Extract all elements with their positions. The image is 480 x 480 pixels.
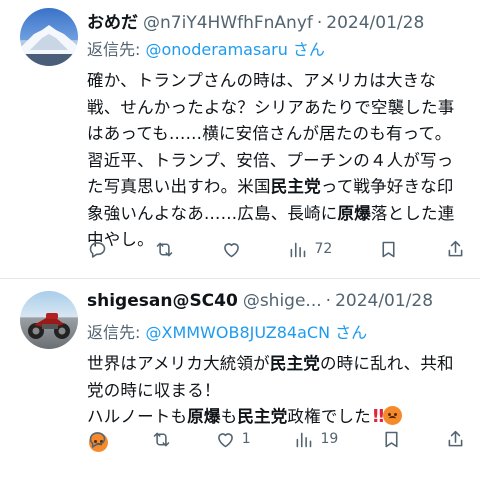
views-button[interactable]: 72 — [287, 236, 332, 262]
reply-to-link[interactable]: @onoderamasaru — [145, 40, 287, 59]
user-handle[interactable]: @shige... — [243, 291, 322, 311]
action-bar: 1 19 — [87, 426, 466, 452]
share-icon — [448, 430, 463, 446]
views-icon — [291, 242, 306, 257]
highlight-term: 民主党 — [237, 407, 288, 426]
like-icon — [217, 432, 233, 447]
avatar[interactable] — [20, 8, 78, 66]
retweet-button[interactable] — [154, 236, 175, 262]
like-button[interactable]: 1 — [215, 426, 251, 452]
display-name[interactable]: おめだ — [87, 8, 138, 33]
bookmark-icon — [385, 431, 398, 447]
reply-button[interactable] — [87, 236, 108, 262]
reply-prefix: 返信先: — [87, 40, 146, 59]
separator-dot: · — [325, 291, 332, 311]
reply-button[interactable] — [87, 426, 108, 452]
reply-context: 返信先: @onoderamasaru さん — [87, 36, 466, 60]
highlight-term: 原爆 — [187, 407, 221, 426]
tweet-text: 確か、トランプさんの時は、アメリカは大きな戦、せんかったよな？シリアあたりで空襲… — [87, 68, 466, 254]
tweet[interactable]: shigesan@SC40 @shige... · 2024/01/28 返信先… — [0, 278, 480, 480]
share-button[interactable] — [445, 426, 466, 452]
tweet[interactable]: おめだ @n7iY4HWfhFnAnyf · 2024/01/28 返信先: @… — [0, 0, 480, 278]
user-handle[interactable]: @n7iY4HWfhFnAnyf — [143, 13, 313, 33]
reply-context: 返信先: @XMMWOB8JUZ84aCN さん — [87, 319, 466, 343]
retweet-icon — [153, 432, 170, 446]
bookmark-button[interactable] — [378, 236, 399, 262]
text-segment: も — [220, 407, 238, 426]
avatar-mountain-image — [20, 25, 78, 66]
display-name[interactable]: shigesan@SC40 — [87, 291, 238, 311]
like-button[interactable] — [221, 236, 242, 262]
reply-prefix: 返信先: — [87, 323, 146, 342]
reply-suffix: さん — [330, 323, 368, 342]
bookmark-button[interactable] — [381, 426, 402, 452]
views-button[interactable]: 19 — [293, 426, 338, 452]
reply-icon — [89, 241, 106, 258]
avatar-motorcycle-image — [28, 313, 70, 339]
highlight-term: 民主党 — [270, 177, 321, 196]
views-count: 72 — [314, 241, 333, 257]
action-bar: 72 — [87, 236, 466, 262]
reply-icon — [89, 431, 106, 448]
pouting-face-emoji — [383, 406, 403, 425]
retweet-icon — [156, 242, 173, 256]
retweet-button[interactable] — [151, 426, 172, 452]
reply-to-link[interactable]: @XMMWOB8JUZ84aCN — [145, 323, 330, 342]
highlight-term: 民主党 — [269, 354, 320, 373]
post-date[interactable]: 2024/01/28 — [326, 13, 424, 33]
avatar[interactable] — [20, 291, 78, 349]
text-segment: 政権でした — [287, 407, 371, 426]
views-count: 19 — [320, 431, 339, 447]
bookmark-icon — [382, 241, 395, 257]
text-segment: 世界はアメリカ大統領が — [87, 354, 270, 373]
separator-dot: · — [316, 13, 323, 33]
highlight-term: 原爆 — [337, 203, 371, 223]
like-icon — [223, 242, 239, 257]
views-icon — [297, 432, 312, 447]
share-icon — [448, 240, 463, 256]
post-date[interactable]: 2024/01/28 — [335, 291, 433, 311]
text-segment: ハルノートも — [87, 407, 188, 426]
like-count: 1 — [241, 431, 251, 447]
double-exclamation-emoji: ‼ — [372, 406, 384, 427]
reply-suffix: さん — [287, 40, 325, 59]
share-button[interactable] — [445, 236, 466, 262]
